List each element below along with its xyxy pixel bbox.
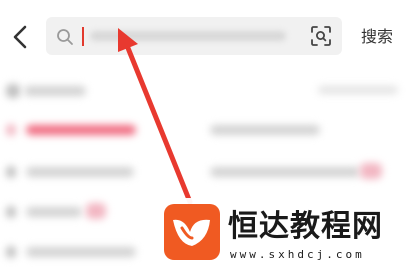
blurred-hot-item [210, 167, 360, 177]
blurred-hot-badge [86, 203, 106, 219]
site-logo [164, 204, 220, 260]
blurred-section-heading [24, 86, 86, 96]
text-cursor [82, 27, 84, 46]
watermark: 恒达教程网 www.sxhdcj.com [156, 198, 412, 267]
chevron-left-icon [13, 25, 27, 49]
blurred-hot-badge [360, 163, 382, 179]
search-icon [57, 29, 73, 45]
search-button[interactable]: 搜索 [355, 24, 399, 50]
blurred-query-text [90, 31, 286, 41]
blurred-hot-item [26, 167, 134, 177]
search-screen: 搜索 恒达教程网 www.sxhdcj.com [0, 0, 412, 267]
search-box[interactable] [46, 17, 342, 55]
blurred-rank-number [6, 124, 16, 136]
blurred-hot-item [26, 247, 136, 257]
scan-icon[interactable] [310, 25, 332, 47]
blurred-rank-number [6, 246, 16, 258]
watermark-title: 恒达教程网 [228, 209, 383, 244]
blurred-hot-item [26, 125, 136, 135]
blurred-section-action [318, 86, 398, 94]
back-button[interactable] [6, 22, 36, 52]
watermark-domain: www.sxhdcj.com [230, 248, 365, 261]
blurred-section-heading [6, 84, 20, 98]
blurred-hot-item [210, 125, 320, 135]
blurred-rank-number [6, 166, 16, 178]
blurred-hot-item [26, 207, 82, 217]
blurred-rank-number [6, 206, 16, 218]
